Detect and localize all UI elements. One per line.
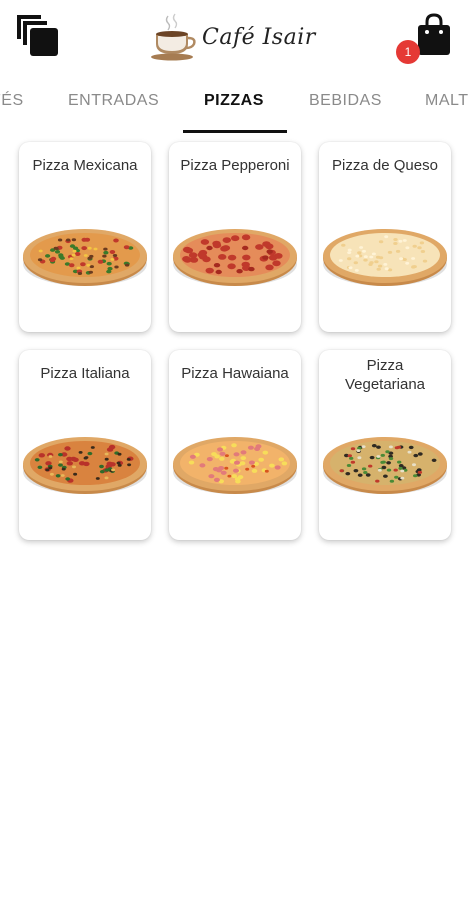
product-card-queso[interactable]: Pizza de Queso	[319, 142, 451, 332]
category-tabs: FÉS ENTRADAS PIZZAS BEBIDAS MALT	[0, 80, 469, 134]
cart-button[interactable]: 1	[396, 10, 456, 70]
product-card-hawaiana[interactable]: Pizza Hawaiana	[169, 350, 301, 540]
pizza-image	[323, 437, 447, 494]
cart-count-badge: 1	[396, 40, 420, 64]
pizza-image	[23, 229, 147, 286]
pizza-image	[173, 229, 297, 286]
menu-button[interactable]	[14, 12, 62, 60]
tab-bebidas[interactable]: BEBIDAS	[309, 92, 382, 116]
product-name: Pizza Vegetariana	[344, 357, 426, 393]
layers-icon	[17, 15, 58, 56]
product-name: Pizza Pepperoni	[180, 157, 290, 174]
coffee-cup-icon	[151, 13, 196, 61]
product-card-italiana[interactable]: Pizza Italiana	[19, 350, 151, 540]
product-card-mexicana[interactable]: Pizza Mexicana	[19, 142, 151, 332]
product-name: Pizza de Queso	[332, 157, 438, 174]
product-card-vegetariana[interactable]: Pizza Vegetariana	[319, 350, 451, 540]
product-name: Pizza Italiana	[40, 365, 130, 382]
tab-malteadas[interactable]: MALT	[425, 92, 468, 116]
pizza-image	[23, 437, 147, 494]
product-card-pepperoni[interactable]: Pizza Pepperoni	[169, 142, 301, 332]
product-name: Pizza Mexicana	[32, 157, 138, 174]
pizza-image	[173, 437, 297, 494]
product-name: Pizza Hawaiana	[181, 365, 289, 382]
app-header: Café Isair 1	[0, 0, 469, 80]
active-tab-indicator	[183, 130, 287, 133]
app-title: Café Isair	[202, 24, 316, 50]
tab-entradas[interactable]: ENTRADAS	[68, 92, 159, 116]
shopping-bag-icon	[418, 13, 450, 55]
pizza-image	[323, 229, 447, 286]
app-logo: Café Isair	[150, 12, 316, 62]
tab-pizzas[interactable]: PIZZAS	[204, 92, 264, 116]
tab-cafes[interactable]: FÉS	[0, 92, 24, 116]
